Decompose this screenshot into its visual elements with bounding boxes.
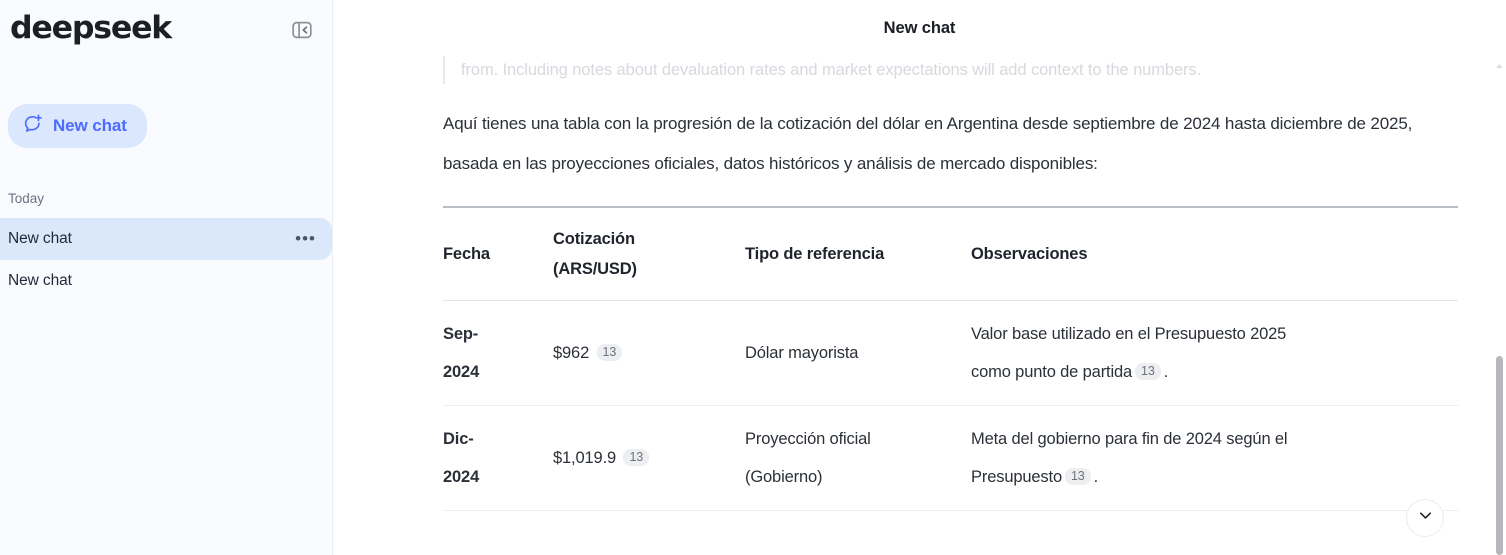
cell-observaciones: Valor base utilizado en el Presupuesto 2… <box>971 300 1458 406</box>
sidebar: deepseek New chat Today New chat ••• New… <box>0 0 333 555</box>
table-row: Dic- 2024 $1,019.9 13 Proyección oficial… <box>443 405 1458 511</box>
scroll-to-bottom-button[interactable] <box>1406 499 1444 537</box>
cotizacion-line1: Cotización <box>553 230 635 248</box>
citation-badge[interactable]: 13 <box>1065 468 1091 485</box>
fecha-line1: Dic- <box>443 430 474 448</box>
tipo-line2: (Gobierno) <box>745 468 823 486</box>
chat-item-title: New chat <box>8 272 72 289</box>
exchange-rate-table: Fecha Cotización (ARS/USD) Tipo de refer… <box>443 206 1458 511</box>
page-scrollbar[interactable] <box>1492 0 1506 555</box>
message-area: from. Including notes about devaluation … <box>333 56 1506 511</box>
obs-line1: Valor base utilizado en el Presupuesto 2… <box>971 325 1287 343</box>
chat-plus-icon <box>22 113 44 140</box>
citation-badge[interactable]: 13 <box>596 344 623 361</box>
cell-fecha: Sep- 2024 <box>443 300 553 406</box>
obs-tail: . <box>1093 468 1099 486</box>
app-root: deepseek New chat Today New chat ••• New… <box>0 0 1506 555</box>
chat-history-list: New chat ••• New chat <box>0 218 332 302</box>
new-chat-button[interactable]: New chat <box>8 104 147 148</box>
deepseek-logo: deepseek <box>10 10 172 46</box>
citation-badge[interactable]: 13 <box>623 449 650 466</box>
obs-line2: como punto de partida <box>971 363 1133 381</box>
sidebar-collapse-icon[interactable] <box>288 16 316 44</box>
faded-quote-text: from. Including notes about devaluation … <box>443 56 1446 84</box>
cotizacion-value: $962 <box>553 344 590 362</box>
tipo-line1: Proyección oficial <box>745 430 871 448</box>
obs-tail: . <box>1163 363 1169 381</box>
citation-badge[interactable]: 13 <box>1135 363 1161 380</box>
obs-line1: Meta del gobierno para fin de 2024 según… <box>971 430 1288 448</box>
chat-header: New chat <box>333 0 1506 56</box>
chat-item-title: New chat <box>8 230 72 247</box>
column-header-fecha: Fecha <box>443 207 553 301</box>
fecha-line2: 2024 <box>443 468 480 486</box>
obs-line2: Presupuesto <box>971 468 1062 486</box>
table-row: Sep- 2024 $962 13 Dólar mayorista Valor … <box>443 300 1458 406</box>
column-header-observaciones: Observaciones <box>971 207 1458 301</box>
cell-cotizacion: $962 13 <box>553 300 745 406</box>
tipo-line1: Dólar mayorista <box>745 344 859 362</box>
cotizacion-line2: (ARS/USD) <box>553 260 637 278</box>
chat-item-more-icon[interactable]: ••• <box>295 230 316 247</box>
assistant-paragraph: Aquí tienes una tabla con la progresión … <box>443 114 1413 173</box>
cell-tipo: Dólar mayorista <box>745 300 971 406</box>
scrollbar-up-arrow-icon[interactable] <box>1495 58 1504 68</box>
fecha-line1: Sep- <box>443 325 479 343</box>
history-section-label: Today <box>8 191 45 206</box>
cell-cotizacion: $1,019.9 13 <box>553 405 745 511</box>
scrollbar-thumb[interactable] <box>1496 356 1503 555</box>
page-title: New chat <box>883 18 956 37</box>
cell-tipo: Proyección oficial (Gobierno) <box>745 405 971 511</box>
column-header-tipo: Tipo de referencia <box>745 207 971 301</box>
main-content: New chat from. Including notes about dev… <box>333 0 1506 555</box>
table-header-row: Fecha Cotización (ARS/USD) Tipo de refer… <box>443 207 1458 301</box>
cotizacion-value: $1,019.9 <box>553 449 617 467</box>
chat-history-item-2[interactable]: New chat <box>0 260 332 302</box>
cell-observaciones: Meta del gobierno para fin de 2024 según… <box>971 405 1458 511</box>
cell-fecha: Dic- 2024 <box>443 405 553 511</box>
chevron-down-icon <box>1417 507 1434 529</box>
chat-history-item-1[interactable]: New chat ••• <box>0 218 332 260</box>
new-chat-label: New chat <box>53 116 127 135</box>
fecha-line2: 2024 <box>443 363 480 381</box>
sidebar-header: deepseek <box>0 0 332 52</box>
column-header-cotizacion: Cotización (ARS/USD) <box>553 207 745 301</box>
